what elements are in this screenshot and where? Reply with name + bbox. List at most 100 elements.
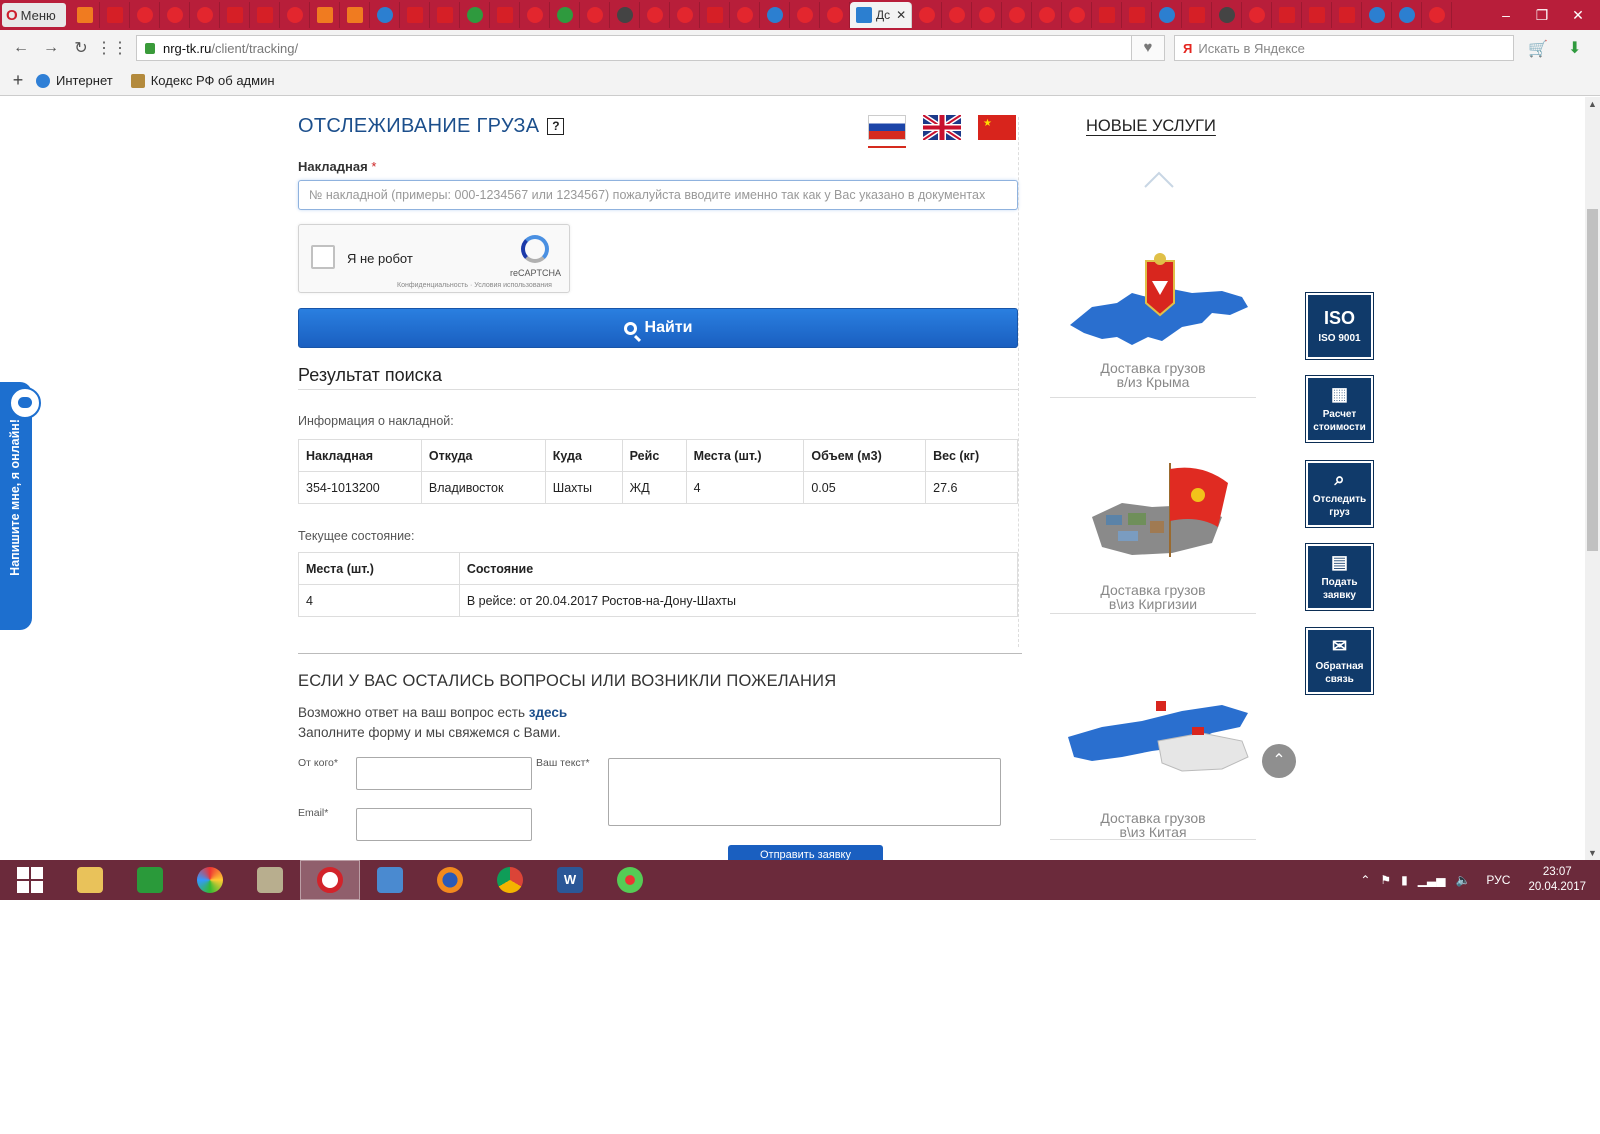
chinese-flag-icon[interactable]: ★ [978, 115, 1016, 140]
browser-menu-button[interactable]: O Меню [2, 3, 66, 27]
browser-tab[interactable] [580, 2, 610, 28]
scrollbar-thumb[interactable] [1587, 209, 1598, 551]
language-indicator[interactable]: РУС [1486, 873, 1510, 887]
forward-icon[interactable]: → [36, 39, 66, 57]
browser-tab[interactable] [1242, 2, 1272, 28]
browser-tab[interactable] [820, 2, 850, 28]
browser-tab[interactable] [700, 2, 730, 28]
bookmark-heart-icon[interactable]: ♥ [1131, 35, 1165, 61]
browser-tab[interactable] [160, 2, 190, 28]
browser-tab[interactable] [610, 2, 640, 28]
scroll-to-top-icon[interactable]: ⌃ [1262, 744, 1296, 778]
browser-tab[interactable] [1152, 2, 1182, 28]
browser-tab[interactable] [310, 2, 340, 28]
browser-tab[interactable] [550, 2, 580, 28]
scroll-down-icon[interactable]: ▼ [1585, 848, 1600, 858]
taskbar-app[interactable] [240, 860, 300, 900]
browser-tab[interactable] [972, 2, 1002, 28]
submit-button[interactable]: Отправить заявку [728, 845, 883, 860]
taskbar-audio[interactable] [360, 860, 420, 900]
browser-tab[interactable] [1362, 2, 1392, 28]
taskbar-explorer[interactable] [60, 860, 120, 900]
message-textarea[interactable] [608, 758, 1001, 826]
taskbar-word[interactable]: W [540, 860, 600, 900]
download-icon[interactable]: ⬇ [1568, 38, 1581, 58]
browser-tab[interactable] [100, 2, 130, 28]
browser-tab[interactable] [912, 2, 942, 28]
english-flag-icon[interactable] [923, 115, 961, 140]
recaptcha-checkbox[interactable] [311, 245, 335, 269]
page-scrollbar[interactable]: ▲ ▼ [1585, 97, 1600, 860]
browser-tab[interactable] [1332, 2, 1362, 28]
browser-tab[interactable] [730, 2, 760, 28]
recaptcha-terms[interactable]: Конфиденциальность · Условия использован… [397, 282, 552, 289]
bookmark-internet[interactable]: Интернет [36, 73, 113, 88]
browser-tab[interactable] [760, 2, 790, 28]
volume-icon[interactable]: 🔈 [1455, 873, 1470, 887]
clock[interactable]: 23:07 20.04.2017 [1528, 865, 1586, 895]
browser-tab[interactable] [1272, 2, 1302, 28]
find-button[interactable]: Найти [298, 308, 1018, 348]
browser-tab[interactable] [280, 2, 310, 28]
browser-tab[interactable] [130, 2, 160, 28]
browser-tab[interactable] [1092, 2, 1122, 28]
browser-tab[interactable] [520, 2, 550, 28]
browser-tab[interactable] [1032, 2, 1062, 28]
chevron-up-icon[interactable] [1143, 165, 1175, 197]
service-kyrgyzstan[interactable]: Доставка грузов в\из Киргизии [1050, 457, 1256, 717]
chat-bubble-icon[interactable] [9, 387, 41, 419]
taskbar-picasa[interactable] [180, 860, 240, 900]
restore-icon[interactable]: ❐ [1524, 7, 1560, 24]
yandex-search-input[interactable]: Я Искать в Яндексе [1174, 35, 1514, 61]
bookmark-kodeks[interactable]: Кодекс РФ об админ [130, 73, 275, 88]
browser-tab[interactable] [400, 2, 430, 28]
browser-tab[interactable] [1392, 2, 1422, 28]
flag-icon[interactable]: ⚑ [1380, 873, 1391, 887]
browser-tab[interactable] [1302, 2, 1332, 28]
taskbar-icq[interactable] [600, 860, 660, 900]
help-icon[interactable]: ? [547, 118, 565, 135]
browser-tab[interactable] [490, 2, 520, 28]
browser-tab[interactable] [1182, 2, 1212, 28]
browser-tab[interactable] [190, 2, 220, 28]
reload-icon[interactable]: ↻ [66, 38, 96, 58]
close-icon[interactable]: ✕ [1560, 7, 1596, 24]
taskbar-chrome[interactable] [480, 860, 540, 900]
submit-request-button[interactable]: ▤ Подать заявку [1306, 544, 1373, 610]
browser-tab[interactable] [1212, 2, 1242, 28]
network-icon[interactable]: ▮ [1401, 873, 1408, 887]
browser-tab[interactable] [1062, 2, 1092, 28]
iso-9001-button[interactable]: ISO ISO 9001 [1306, 293, 1373, 359]
tab-close-icon[interactable]: ✕ [896, 8, 906, 22]
speed-dial-icon[interactable]: ⋮⋮ [96, 38, 128, 58]
cart-icon[interactable]: 🛒 [1528, 39, 1548, 59]
back-icon[interactable]: ← [6, 39, 36, 57]
service-china[interactable]: Доставка грузов в\из Китая [1050, 687, 1256, 857]
minimize-icon[interactable]: – [1488, 7, 1524, 23]
browser-tab[interactable] [430, 2, 460, 28]
browser-tab[interactable] [790, 2, 820, 28]
add-bookmark-icon[interactable]: + [0, 70, 36, 91]
address-bar[interactable]: nrg-tk.ru/client/tracking/ [136, 35, 1136, 61]
services-title[interactable]: Новые услуги [1086, 117, 1216, 136]
start-button[interactable] [0, 860, 60, 900]
browser-tab[interactable] [340, 2, 370, 28]
faq-link[interactable]: здесь [529, 705, 567, 720]
browser-tab[interactable] [1002, 2, 1032, 28]
russian-flag-icon[interactable] [868, 115, 906, 140]
tray-expand-icon[interactable]: ⌃ [1360, 873, 1370, 887]
browser-tab[interactable] [220, 2, 250, 28]
feedback-button[interactable]: ✉ Обратная связь [1306, 628, 1373, 694]
scroll-up-icon[interactable]: ▲ [1585, 99, 1600, 109]
browser-tab[interactable] [1422, 2, 1452, 28]
taskbar-opera[interactable] [300, 860, 360, 900]
from-input[interactable] [356, 757, 532, 790]
taskbar-store[interactable] [120, 860, 180, 900]
browser-tab[interactable] [640, 2, 670, 28]
browser-tab[interactable] [670, 2, 700, 28]
email-input[interactable] [356, 808, 532, 841]
taskbar-firefox[interactable] [420, 860, 480, 900]
browser-tab[interactable] [460, 2, 490, 28]
browser-tab-active[interactable]: Дс ✕ [850, 2, 912, 28]
track-cargo-button[interactable]: ⌕ Отследить груз [1306, 461, 1373, 527]
